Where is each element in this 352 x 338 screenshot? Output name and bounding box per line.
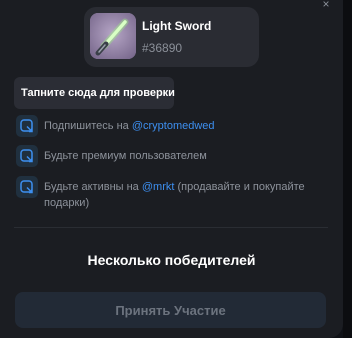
check-square-icon [16, 176, 38, 198]
participate-button[interactable]: Принять Участие [15, 292, 326, 328]
channel-link[interactable]: @cryptomedwed [132, 120, 215, 132]
close-icon[interactable]: × [318, 0, 334, 10]
scrollbar[interactable] [343, 0, 352, 338]
prize-card[interactable]: Light Sword #36890 [84, 7, 259, 67]
requirement-prefix: Подпишитесь на [44, 120, 132, 132]
check-square-icon [16, 145, 38, 167]
prize-name: Light Sword [142, 19, 212, 33]
market-link[interactable]: @mrkt [142, 181, 175, 193]
giveaway-panel: × Light Sword #36890 Тапните сюда для пр… [0, 0, 343, 338]
requirement-active[interactable]: Будьте активны на @mrkt (продавайте и по… [14, 176, 330, 211]
requirement-subscribe[interactable]: Подпишитесь на @cryptomedwed [14, 115, 330, 137]
requirement-text: Подпишитесь на @cryptomedwed [44, 118, 215, 134]
light-sword-icon [90, 13, 136, 59]
requirement-text: Будьте премиум пользователем [44, 150, 207, 162]
requirement-prefix: Будьте активны на [44, 181, 142, 193]
check-square-icon [16, 115, 38, 137]
requirement-premium[interactable]: Будьте премиум пользователем [14, 145, 330, 167]
prize-id: #36890 [142, 41, 183, 55]
check-tooltip[interactable]: Тапните сюда для проверки [14, 77, 175, 109]
requirement-text: Будьте активны на @mrkt (продавайте и по… [44, 179, 326, 211]
divider [14, 227, 328, 228]
winners-label: Несколько победителей [87, 252, 256, 268]
